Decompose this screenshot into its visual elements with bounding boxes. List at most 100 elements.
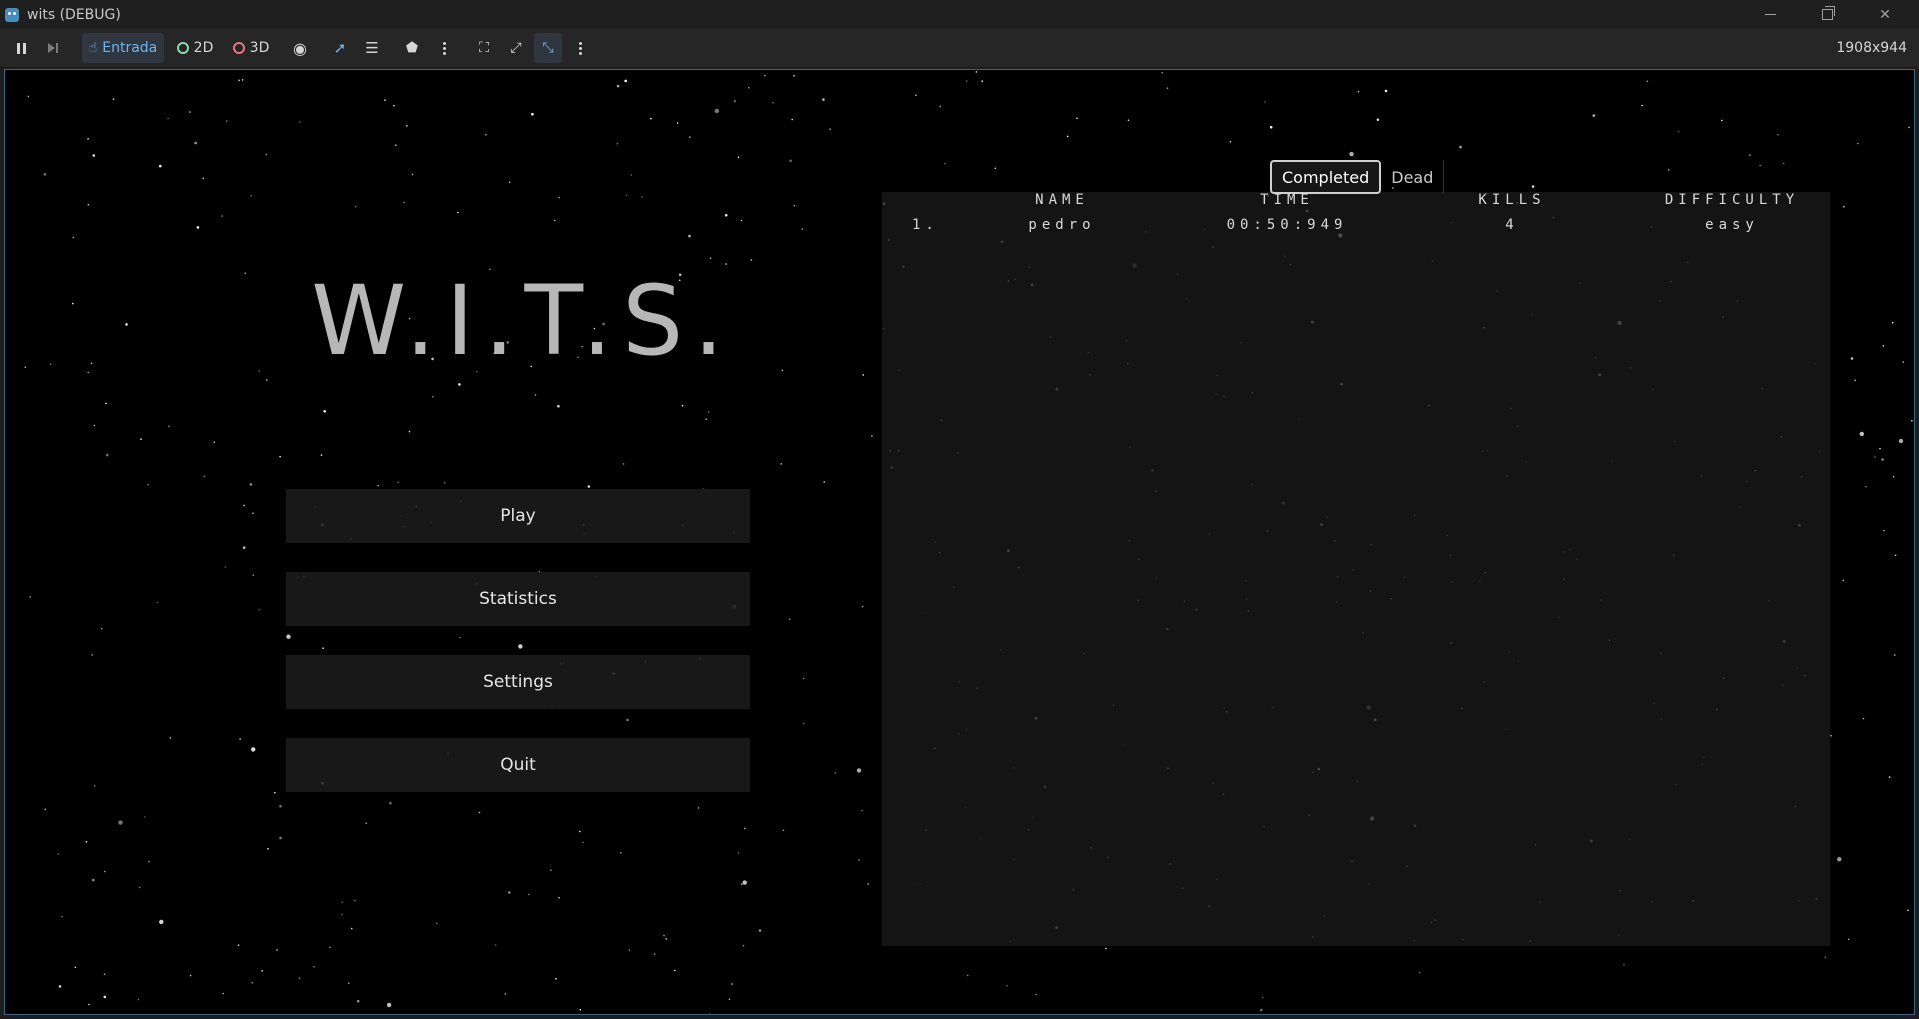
star	[265, 153, 268, 156]
star	[279, 455, 281, 458]
star	[789, 159, 792, 163]
star	[237, 944, 240, 946]
star	[341, 913, 343, 916]
star	[356, 999, 360, 1003]
star	[1066, 135, 1069, 138]
input-mode-button[interactable]: ☝ Entrada	[82, 33, 164, 63]
expand-icon: ⤢	[510, 40, 522, 56]
star	[43, 173, 47, 176]
star	[731, 983, 733, 985]
more-options-button[interactable]	[434, 33, 454, 63]
tab-dead[interactable]: Dead	[1381, 160, 1445, 194]
input-icon: ☝	[88, 40, 98, 56]
star	[558, 896, 560, 899]
star	[582, 841, 584, 844]
star	[274, 791, 276, 794]
star	[393, 104, 395, 107]
star	[341, 901, 344, 904]
star	[1894, 554, 1897, 557]
star	[189, 974, 192, 977]
star	[252, 574, 255, 576]
star	[147, 484, 149, 486]
next-frame-icon	[48, 43, 58, 53]
star	[1777, 133, 1779, 136]
star	[663, 934, 665, 937]
star	[87, 138, 89, 140]
star	[100, 627, 103, 630]
visibility-button[interactable]: ◉	[288, 33, 312, 63]
star	[377, 484, 380, 487]
play-button[interactable]: Play	[286, 489, 750, 543]
star	[88, 1003, 90, 1006]
restore-icon	[1821, 6, 1835, 20]
star	[1260, 1008, 1263, 1012]
list-select-button[interactable]: ☰	[360, 33, 384, 63]
star	[1892, 476, 1895, 478]
star	[1782, 162, 1785, 165]
restore-button[interactable]	[1804, 0, 1850, 29]
star	[202, 177, 204, 180]
star	[1668, 169, 1670, 171]
pause-button[interactable]	[10, 33, 32, 63]
star	[168, 425, 170, 428]
star	[871, 435, 873, 437]
star	[748, 86, 750, 89]
select-button[interactable]: ➚	[328, 33, 352, 63]
star	[91, 654, 93, 656]
input-mode-label: Entrada	[102, 40, 158, 56]
more-options-button-2[interactable]	[570, 33, 590, 63]
star	[241, 79, 244, 81]
settings-button[interactable]: Settings	[286, 655, 750, 709]
star	[697, 807, 700, 809]
game-viewport[interactable]: W.I.T.S. Play Statistics Settings Quit C…	[4, 69, 1915, 1015]
camera-button[interactable]: ⬟	[400, 33, 424, 63]
focus-button[interactable]: ⛶	[472, 33, 496, 63]
star	[494, 944, 497, 946]
star	[650, 117, 652, 120]
star	[1824, 956, 1827, 959]
star	[403, 201, 406, 204]
star	[742, 880, 747, 885]
star	[688, 234, 691, 238]
column-header-kills: KILLS	[1478, 192, 1546, 208]
star	[92, 878, 95, 882]
star	[975, 71, 978, 73]
star	[740, 219, 743, 222]
star	[279, 804, 282, 808]
star	[103, 870, 106, 873]
star	[966, 974, 969, 977]
statistics-header: NAME TIME KILLS DIFFICULTY	[882, 192, 1830, 216]
star	[224, 566, 227, 568]
star	[741, 883, 743, 885]
next-frame-button[interactable]	[42, 33, 64, 63]
star	[553, 219, 556, 222]
mode-3d-button[interactable]: 3D	[228, 33, 274, 63]
embed-fullscreen-button[interactable]: ⤡	[534, 33, 562, 63]
star	[616, 142, 619, 145]
statistics-button[interactable]: Statistics	[286, 572, 750, 626]
star	[728, 998, 731, 1001]
star	[386, 1002, 392, 1008]
star	[625, 194, 628, 196]
star	[432, 396, 434, 398]
statistics-panel	[882, 192, 1830, 946]
fullscreen-button[interactable]: ⤢	[504, 33, 528, 63]
star	[1161, 72, 1163, 74]
star	[243, 504, 245, 507]
close-button[interactable]: ✕	[1862, 0, 1908, 29]
star	[630, 174, 633, 176]
star	[707, 411, 710, 413]
tab-completed[interactable]: Completed	[1270, 160, 1382, 194]
star	[528, 893, 530, 896]
star	[266, 379, 268, 381]
star	[737, 852, 740, 854]
star	[1857, 142, 1859, 145]
star	[665, 938, 667, 940]
quit-button[interactable]: Quit	[286, 738, 750, 792]
minimize-button[interactable]	[1747, 0, 1793, 29]
star	[1646, 80, 1649, 83]
star	[782, 829, 785, 832]
star	[1264, 101, 1266, 103]
mode-2d-button[interactable]: 2D	[172, 33, 218, 63]
star	[286, 634, 291, 639]
